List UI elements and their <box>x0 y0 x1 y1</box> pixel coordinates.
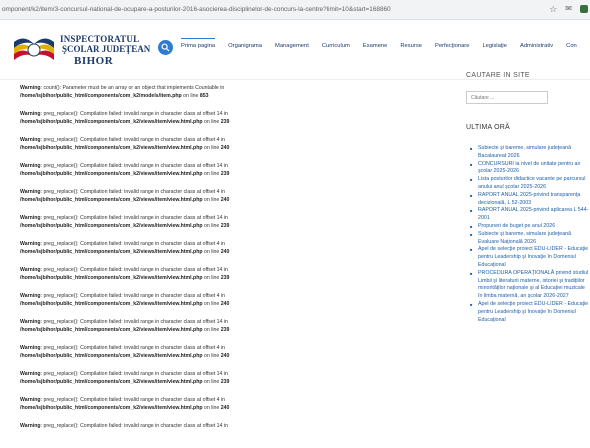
nav-item-perfectionare[interactable]: Perfecţionare <box>435 42 469 50</box>
warning-message: Warning: count(): Parameter must be an a… <box>20 85 225 99</box>
search-button[interactable] <box>158 40 173 55</box>
nav-item-curriculum[interactable]: Curriculum <box>322 42 350 50</box>
warning-message: Warning: preg_replace(): Compilation fai… <box>20 267 230 281</box>
logo-line-1: INSPECTORATUL <box>60 34 140 44</box>
nav-item-resurse[interactable]: Resurse <box>400 42 422 50</box>
warning-message: Warning: preg_replace(): Compilation fai… <box>20 345 230 359</box>
nav-item-examene[interactable]: Examene <box>363 42 388 50</box>
site-search-input[interactable] <box>466 91 548 104</box>
address-bar[interactable]: omponent/k2/item/3-concursul-national-de… <box>0 6 530 13</box>
warning-message: Warning: preg_replace(): Compilation fai… <box>20 319 230 333</box>
logo-line-3: BIHOR <box>74 55 114 67</box>
toolbar-icons: ☆ ✉ <box>549 4 588 14</box>
nav-item-management[interactable]: Management <box>275 42 309 50</box>
main-nav: Prima pagina Organigrama Management Curr… <box>181 38 590 50</box>
warning-message: Warning: preg_replace(): Compilation fai… <box>20 293 230 307</box>
warning-message: Warning: preg_replace(): Compilation fai… <box>20 163 230 177</box>
warning-message: Warning: preg_replace(): Compilation fai… <box>20 215 230 229</box>
news-link[interactable]: CONCURSURI la nivel de unitate pentru an… <box>470 161 590 177</box>
warning-message: Warning: preg_replace(): Compilation fai… <box>20 137 230 151</box>
news-link[interactable]: RAPORT ANUAL 2025-privind aplicarea L 54… <box>470 207 590 223</box>
extension-icon[interactable] <box>580 5 588 13</box>
warning-message: Warning: preg_replace(): Compilation fai… <box>20 189 230 203</box>
news-link[interactable]: Subiecte şi bareme, simulare judeţeană E… <box>470 231 590 247</box>
latest-news-heading: ULTIMA ORĂ <box>466 124 510 131</box>
warning-message: Warning: preg_replace(): Compilation fai… <box>20 423 228 429</box>
nav-item-contact[interactable]: Con <box>566 42 577 50</box>
warning-list: Warning: count(): Parameter must be an a… <box>20 84 450 448</box>
news-link[interactable]: Apel de selecţie proiect EDU-LIDER - Edu… <box>470 301 590 324</box>
warning-message: Warning: preg_replace(): Compilation fai… <box>20 241 230 255</box>
news-link[interactable]: Subiecte şi bareme, simulare judeţeană B… <box>470 145 590 161</box>
logo-line-2: ŞCOLAR JUDEŢEAN <box>62 44 151 54</box>
nav-item-legislatie[interactable]: Legislaţie <box>482 42 507 50</box>
browser-toolbar: omponent/k2/item/3-concursul-national-de… <box>0 0 590 20</box>
warning-message: Warning: preg_replace(): Compilation fai… <box>20 111 230 125</box>
nav-item-administrativ[interactable]: Administrativ <box>520 42 553 50</box>
nav-item-organigrama[interactable]: Organigrama <box>228 42 262 50</box>
nav-item-prima-pagina[interactable]: Prima pagina <box>181 38 216 50</box>
bookmark-star-icon[interactable]: ☆ <box>549 4 557 14</box>
sidebar: CAUTARE IN SITE ULTIMA ORĂ Subiecte şi b… <box>466 70 590 324</box>
site-logo[interactable]: INSPECTORATUL ŞCOLAR JUDEŢEAN BIHOR <box>12 32 150 72</box>
flag-emblem-icon <box>14 38 54 60</box>
site-search-heading: CAUTARE IN SITE <box>466 72 530 79</box>
news-link[interactable]: Lista posturilor didactice vacante pe pa… <box>470 176 590 192</box>
news-link[interactable]: Propuneri de buget pe anul 2026 <box>470 223 590 231</box>
warning-message: Warning: preg_replace(): Compilation fai… <box>20 397 230 411</box>
news-link[interactable]: Apel de selecţie proiect EDU-LIDER - Edu… <box>470 246 590 269</box>
news-link[interactable]: RAPORT ANUAL 2025-privind transparenţa d… <box>470 192 590 208</box>
latest-news-list: Subiecte şi bareme, simulare judeţeană B… <box>466 145 590 324</box>
news-link[interactable]: PROCEDURA OPERAŢIONALĂ privind studiul L… <box>470 270 590 301</box>
search-icon <box>161 43 170 52</box>
mail-icon[interactable]: ✉ <box>565 4 572 14</box>
warning-message: Warning: preg_replace(): Compilation fai… <box>20 371 230 385</box>
